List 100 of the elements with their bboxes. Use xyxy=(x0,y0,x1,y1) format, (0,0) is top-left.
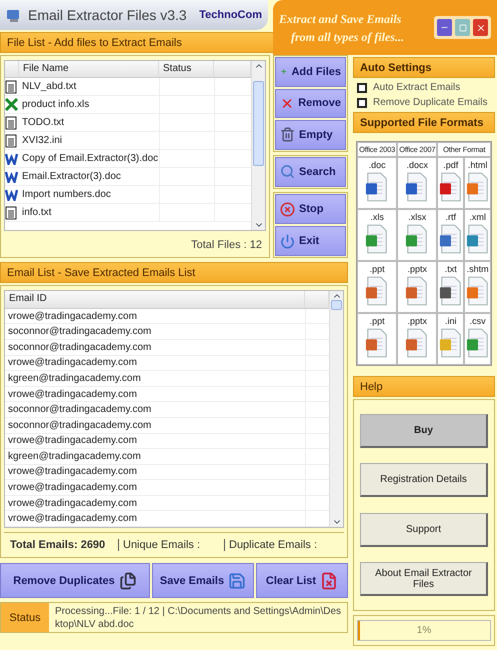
action-button[interactable]: Save Emails xyxy=(152,563,254,598)
minimize-button[interactable] xyxy=(437,19,452,36)
scrollbar-thumb[interactable] xyxy=(331,300,342,310)
document-icon xyxy=(5,152,18,164)
action-button[interactable]: Search xyxy=(275,156,346,188)
section-header: Auto Settings xyxy=(353,57,495,78)
email-row[interactable]: soconnor@tradingacademy.com xyxy=(5,402,329,418)
checkbox[interactable] xyxy=(357,98,367,108)
email-row[interactable]: vrowe@tradingacademy.com xyxy=(5,356,329,372)
file-row[interactable]: Import numbers.doc xyxy=(5,186,251,204)
file-icon xyxy=(365,328,390,358)
file-row[interactable]: Copy of Email.Extractor(3).doc xyxy=(5,150,251,168)
file-row[interactable]: Email.Extractor(3).doc xyxy=(5,168,251,186)
action-button[interactable]: Remove xyxy=(275,88,346,118)
section-header: Supported File Formats xyxy=(353,112,495,133)
email-row[interactable]: vrowe@tradingacademy.com xyxy=(5,511,329,527)
file-extension: .xml xyxy=(469,212,486,222)
file-icon xyxy=(365,276,390,306)
email-address: vrowe@tradingacademy.com xyxy=(7,435,138,446)
close-icon xyxy=(476,22,486,32)
checkbox-option[interactable]: Auto Extract Emails xyxy=(353,80,495,95)
email-row[interactable]: vrowe@tradingacademy.com xyxy=(5,464,329,480)
file-extension: .pptx xyxy=(408,264,428,274)
file-icon xyxy=(405,276,430,306)
maximize-icon xyxy=(458,24,466,32)
action-button[interactable]: Empty xyxy=(275,120,346,150)
file-name: Copy of Email.Extractor(3).doc xyxy=(21,153,159,164)
power-icon xyxy=(280,234,295,249)
action-button[interactable]: Stop xyxy=(275,194,346,224)
email-row[interactable]: soconnor@tradingacademy.com xyxy=(5,340,329,356)
email-row[interactable]: vrowe@tradingacademy.com xyxy=(5,386,329,402)
email-row[interactable]: vrowe@tradingacademy.com xyxy=(5,308,329,324)
checkbox[interactable] xyxy=(357,82,367,92)
close-button[interactable] xyxy=(473,19,488,36)
email-row[interactable]: vrowe@tradingacademy.com xyxy=(5,480,329,496)
scrollbar[interactable] xyxy=(251,61,265,230)
email-address: soconnor@tradingacademy.com xyxy=(7,326,152,338)
spreadsheet-icon xyxy=(5,98,18,111)
action-button[interactable]: Clear List xyxy=(256,563,348,598)
action-button[interactable]: Exit xyxy=(275,226,346,256)
file-icon xyxy=(365,224,390,254)
email-address: vrowe@tradingacademy.com xyxy=(7,482,138,494)
document-icon xyxy=(5,188,18,200)
email-address: soconnor@tradingacademy.com xyxy=(7,404,152,416)
checkbox-option[interactable]: Remove Duplicate Emails xyxy=(353,95,495,110)
file-name: Email.Extractor(3).doc xyxy=(21,171,122,182)
status-message: Processing...File: 1 / 12 | C:\Documents and Settings\Admin\Desktop\NLV abd.doc xyxy=(54,605,342,632)
file-row[interactable]: XVI32.ini xyxy=(5,132,251,150)
help-button[interactable]: Support xyxy=(360,512,488,547)
search-icon xyxy=(280,164,295,180)
file-row[interactable]: product info.xls xyxy=(5,96,251,114)
email-address: kgreen@tradingacademy.com xyxy=(7,450,142,462)
file-name: Import numbers.doc xyxy=(21,189,112,200)
file-extension: .doc xyxy=(368,160,386,170)
status-label: Status xyxy=(1,603,49,632)
email-count: Unique Emails : xyxy=(118,539,224,551)
email-address: soconnor@tradingacademy.com xyxy=(7,342,152,353)
app-icon xyxy=(6,7,22,23)
help-button[interactable]: Registration Details xyxy=(360,463,488,498)
file-name: TODO.txt xyxy=(21,117,66,128)
email-row[interactable]: kgreen@tradingacademy.com xyxy=(5,449,329,465)
file-extension: .pdf xyxy=(443,160,458,170)
file-extension: .html xyxy=(468,160,488,170)
help-button[interactable]: Buy xyxy=(360,414,488,448)
column-header: Email ID xyxy=(5,291,305,308)
email-address: vrowe@tradingacademy.com xyxy=(7,310,138,322)
file-extension: .docx xyxy=(406,160,428,170)
file-row[interactable]: TODO.txt xyxy=(5,114,251,132)
email-row[interactable]: vrowe@tradingacademy.com xyxy=(5,496,329,512)
email-count: Duplicate Emails : xyxy=(224,539,342,551)
email-row[interactable]: soconnor@tradingacademy.com xyxy=(5,418,329,434)
file-extension: .ini xyxy=(445,316,457,326)
email-row[interactable]: soconnor@tradingacademy.com xyxy=(5,324,329,340)
document-icon xyxy=(5,170,18,182)
action-button[interactable]: Remove Duplicates xyxy=(0,563,150,598)
file-row[interactable]: info.txt xyxy=(5,204,251,222)
file-extension: .xls xyxy=(370,212,384,222)
file-icon xyxy=(405,328,430,358)
email-address: vrowe@tradingacademy.com xyxy=(7,388,138,400)
scrollbar[interactable] xyxy=(329,291,343,527)
email-address: vrowe@tradingacademy.com xyxy=(7,466,138,478)
email-count: Total Emails: 2690 xyxy=(9,539,106,551)
file-extension: .ppt xyxy=(370,316,385,326)
window-title: Email Extractor Files v3.3 xyxy=(28,7,188,23)
brand-name: TechnoCom xyxy=(199,9,262,21)
email-address: vrowe@tradingacademy.com xyxy=(7,498,138,509)
file-icon xyxy=(438,172,463,202)
help-button[interactable]: About Email Extractor Files xyxy=(360,562,488,596)
email-address: kgreen@tradingacademy.com xyxy=(7,372,142,384)
file-name: XVI32.ini xyxy=(21,135,64,146)
total-files: Total Files : 12 xyxy=(190,238,263,253)
file-row[interactable]: NLV_abd.txt xyxy=(5,78,251,96)
email-row[interactable]: kgreen@tradingacademy.com xyxy=(5,371,329,387)
action-button[interactable]: Add Files xyxy=(275,57,346,86)
scrollbar-thumb[interactable] xyxy=(253,81,264,166)
file-extension: .rtf xyxy=(446,212,456,222)
trash-icon xyxy=(280,127,295,142)
email-row[interactable]: vrowe@tradingacademy.com xyxy=(5,434,329,450)
section-header: Email List - Save Extracted Emails List xyxy=(0,262,348,283)
file-name: info.txt xyxy=(21,207,52,218)
